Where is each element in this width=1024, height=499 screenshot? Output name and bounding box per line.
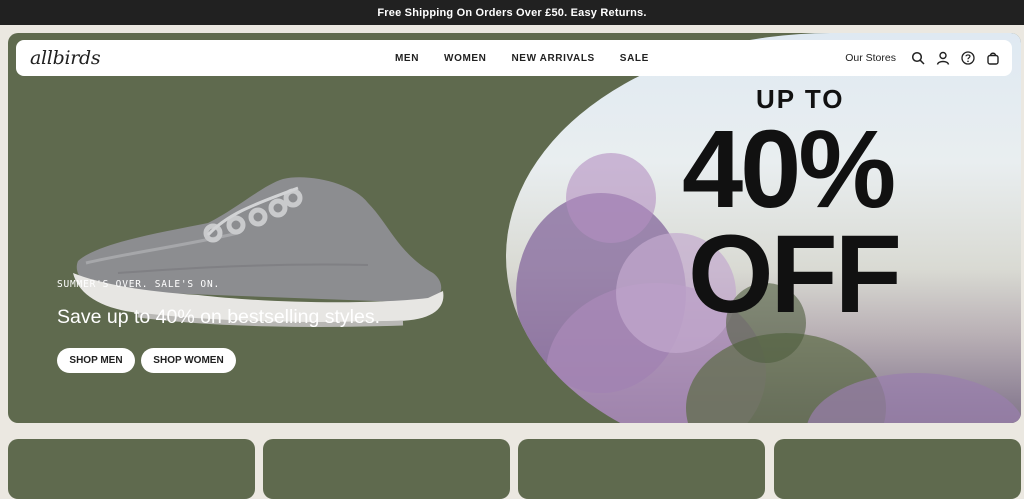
brand-logo[interactable]: allbirds: [30, 47, 101, 69]
promo-percent: 40%: [682, 108, 896, 231]
hero-tagline: SUMMER'S OVER. SALE'S ON.: [57, 279, 220, 290]
nav-sale[interactable]: SALE: [620, 53, 649, 64]
account-icon[interactable]: [936, 51, 950, 65]
nav-men[interactable]: MEN: [395, 53, 419, 64]
hero-headline: Save up to 40% on bestselling styles.: [57, 306, 381, 328]
category-card-4[interactable]: [774, 439, 1021, 499]
main-nav: allbirds MEN WOMEN NEW ARRIVALS SALE Our…: [16, 40, 1012, 76]
nav-utilities: Our Stores: [845, 40, 1000, 76]
category-card-2[interactable]: [263, 439, 510, 499]
shop-women-button[interactable]: SHOP WOMEN: [141, 348, 236, 373]
promo-off: OFF: [688, 213, 902, 336]
category-card-1[interactable]: [8, 439, 255, 499]
announcement-text: Free Shipping On Orders Over £50. Easy R…: [377, 6, 647, 19]
search-icon[interactable]: [911, 51, 925, 65]
help-icon[interactable]: [961, 51, 975, 65]
category-card-3[interactable]: [518, 439, 765, 499]
nav-new-arrivals[interactable]: NEW ARRIVALS: [511, 53, 594, 64]
cart-icon[interactable]: [986, 51, 1000, 65]
announcement-bar: Free Shipping On Orders Over £50. Easy R…: [0, 0, 1024, 25]
shop-men-button[interactable]: SHOP MEN: [57, 348, 135, 373]
nav-links: MEN WOMEN NEW ARRIVALS SALE: [395, 40, 649, 76]
hero-banner[interactable]: UP TO 40% OFF SUMMER'S OVER. SALE'S ON. …: [8, 33, 1021, 423]
nav-women[interactable]: WOMEN: [444, 53, 486, 64]
our-stores-link[interactable]: Our Stores: [845, 52, 896, 64]
